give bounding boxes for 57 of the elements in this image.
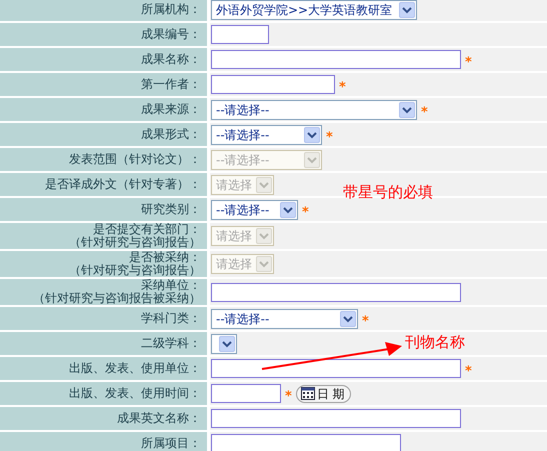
field-label: 研究类别： (141, 203, 201, 216)
field-label: 出版、发表、使用单位： (69, 362, 201, 375)
field-label: 成果形式： (141, 128, 201, 141)
dropdown[interactable] (211, 334, 237, 354)
input-field[interactable] (211, 384, 281, 403)
input-field[interactable] (211, 409, 461, 428)
field-label: （针对研究与咨询报告） (69, 264, 201, 277)
caret-icon (304, 152, 320, 168)
field-label: 是否译成外文（针对专著）： (45, 178, 201, 191)
caret-icon (399, 102, 415, 118)
field-label: （针对研究与咨询报告被采纳） (33, 292, 201, 305)
caret-icon (280, 202, 296, 218)
caret-icon (304, 126, 320, 142)
field-label: 成果编号： (141, 28, 201, 41)
dropdown[interactable]: --请选择-- (211, 308, 358, 328)
input-field[interactable] (211, 75, 335, 94)
required-mark: * (421, 106, 428, 119)
field-label: （针对研究与咨询报告） (69, 236, 201, 249)
required-mark: * (302, 206, 309, 219)
caret-icon (340, 310, 356, 326)
field-label: 成果英文名称： (117, 412, 201, 425)
field-label: 所属项目： (141, 437, 201, 450)
input-field[interactable] (211, 282, 461, 302)
required-mark: * (285, 390, 292, 403)
field-label: 二级学科： (141, 337, 201, 350)
field-label: 发表范围（针对论文）： (69, 153, 201, 166)
input-field[interactable] (211, 359, 461, 378)
field-label: 采纳单位： (141, 279, 201, 292)
input-field[interactable] (211, 50, 461, 69)
field-label: 是否提交有关部门： (93, 223, 201, 236)
dropdown[interactable]: --请选择-- (211, 200, 298, 220)
caret-icon (219, 336, 235, 352)
dropdown[interactable]: --请选择-- (211, 124, 322, 144)
caret-icon (256, 176, 272, 192)
dropdown[interactable]: --请选择-- (211, 100, 417, 120)
date-button[interactable]: 日 期 (296, 384, 351, 402)
field-label: 出版、发表、使用时间： (69, 387, 201, 400)
caret-icon (399, 2, 415, 18)
field-label: 学科门类： (141, 312, 201, 325)
annotation-text: 带星号的必填 (343, 182, 433, 203)
dropdown[interactable]: 外语外贸学院>>大学英语教研室 (211, 0, 417, 20)
field-label: 第一作者： (141, 78, 201, 91)
required-mark: * (465, 365, 472, 378)
calendar-icon (300, 387, 315, 400)
annotation-text: 刊物名称 (405, 332, 465, 353)
required-mark: * (339, 81, 346, 94)
input-field[interactable] (211, 25, 269, 44)
required-mark: * (362, 315, 369, 328)
caret-icon (256, 228, 272, 244)
required-mark: * (326, 131, 333, 144)
caret-icon (256, 256, 272, 272)
field-label: 所属机构： (141, 3, 201, 16)
field-label: 是否被采纳： (129, 251, 201, 264)
field-label: 成果来源： (141, 103, 201, 116)
required-mark: * (465, 56, 472, 69)
field-label: 成果名称： (141, 53, 201, 66)
input-field[interactable] (211, 434, 401, 451)
